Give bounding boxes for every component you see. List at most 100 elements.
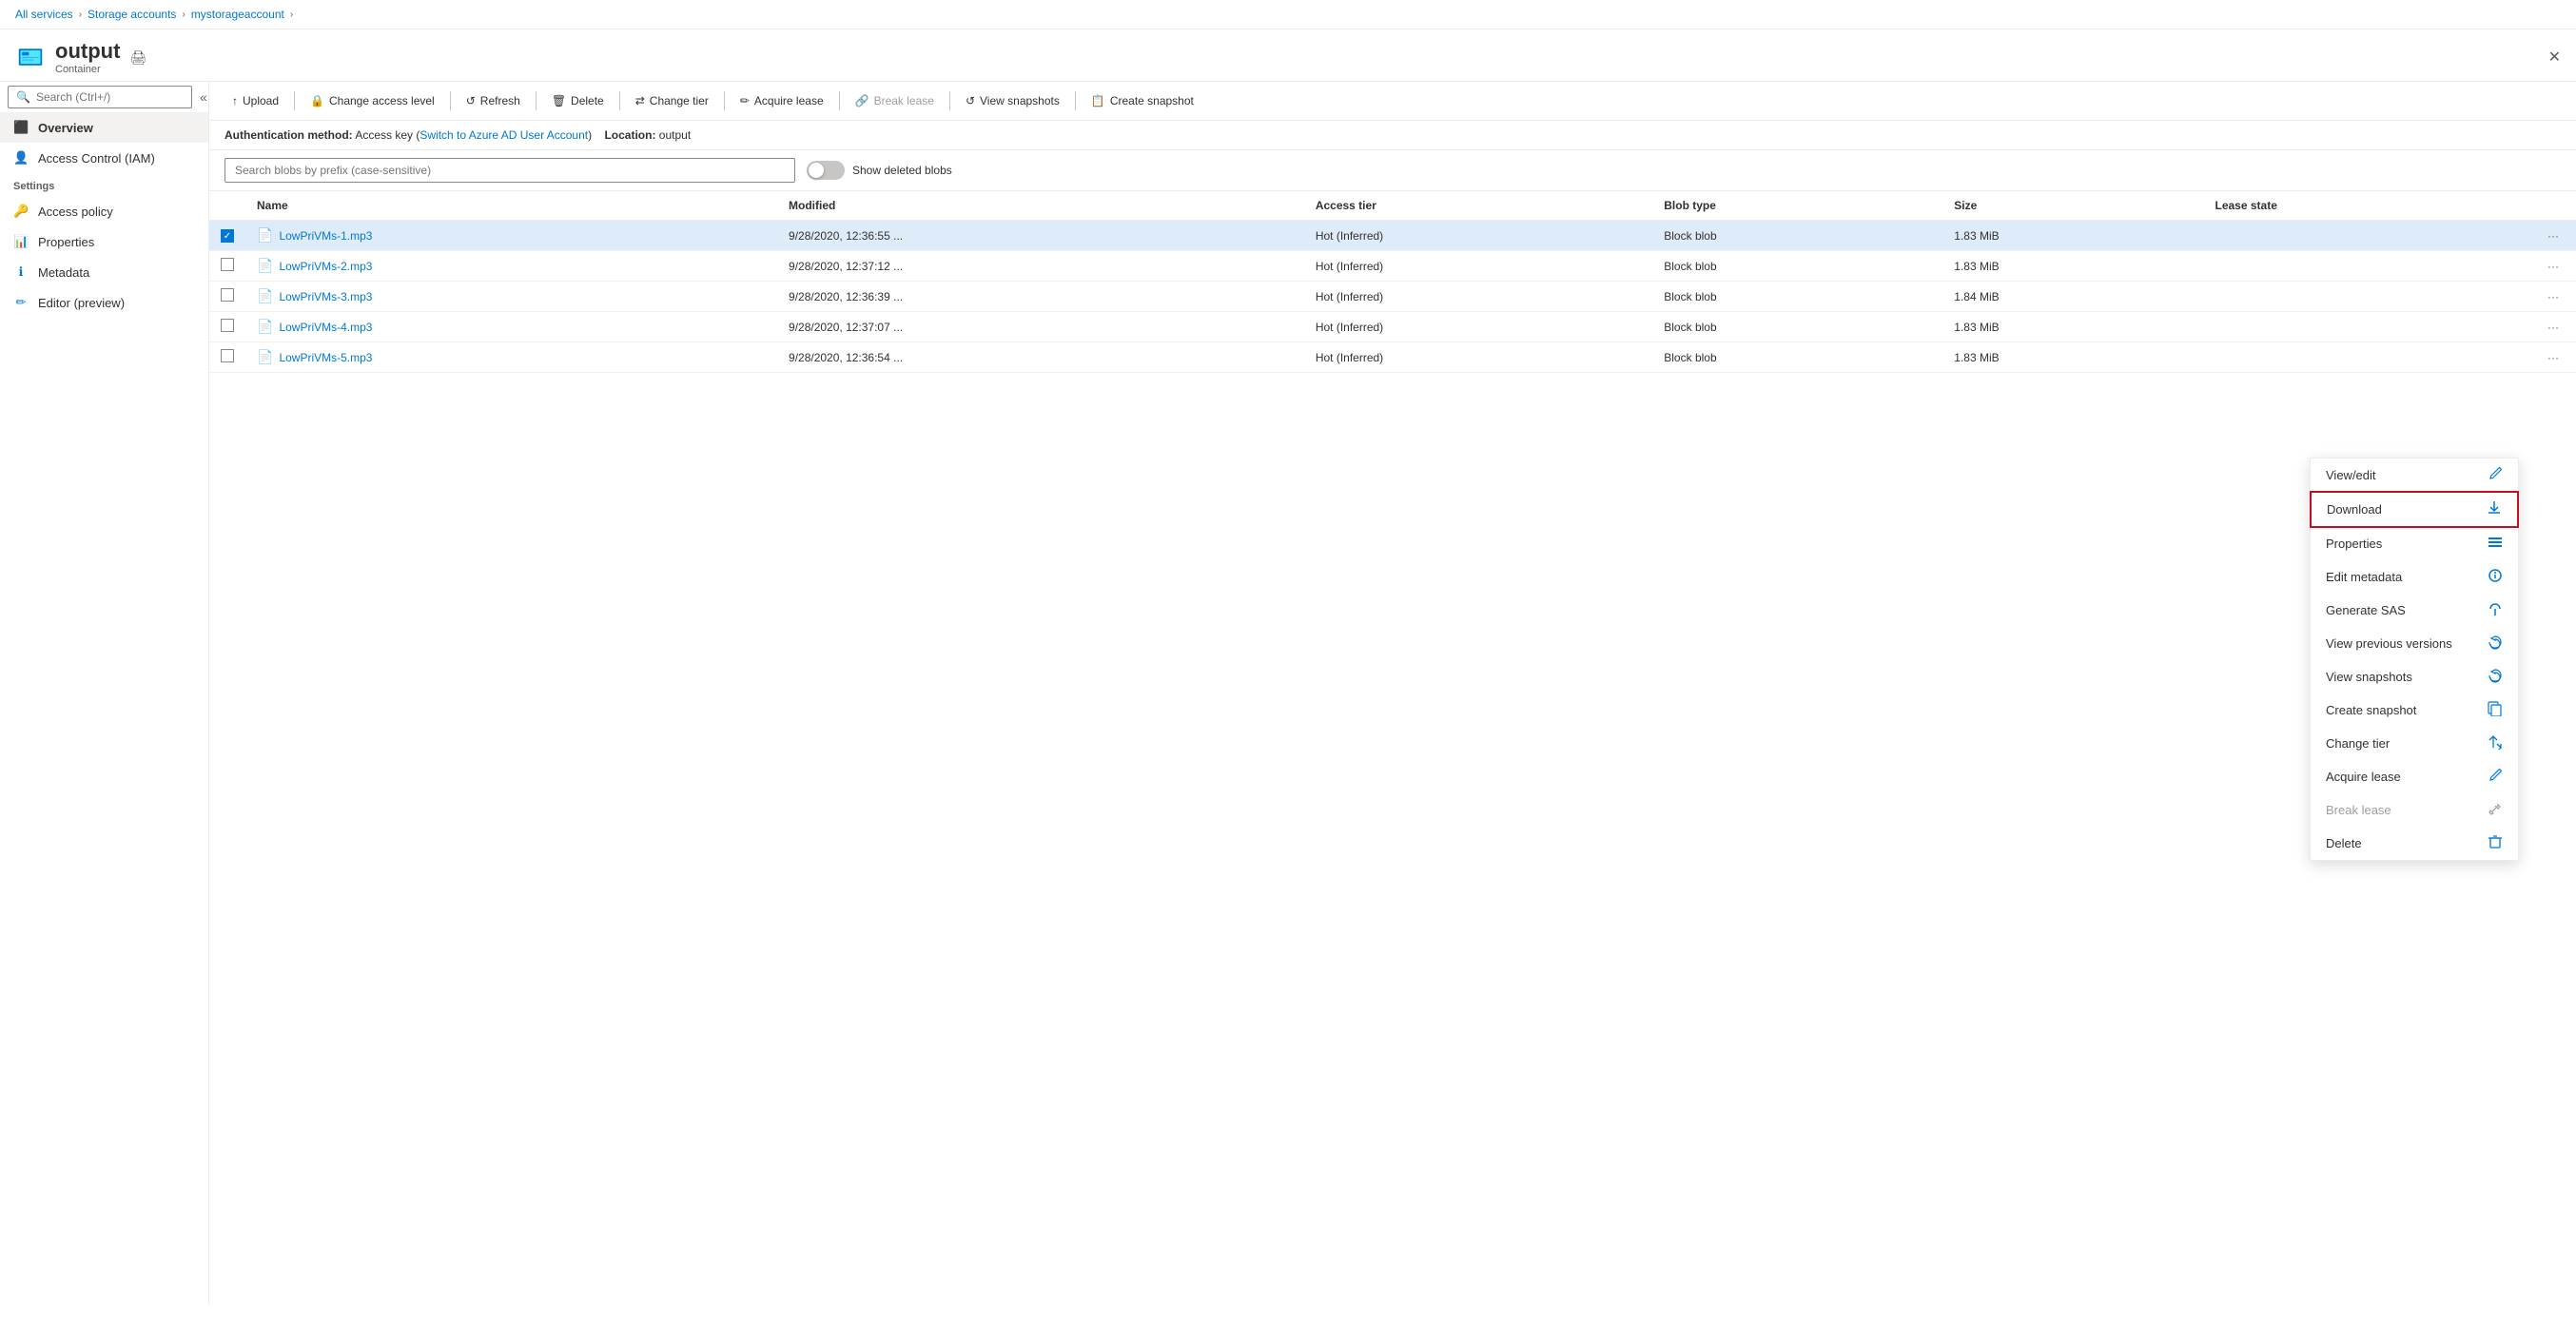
break-lease-icon: 🔗: [855, 94, 869, 107]
close-icon[interactable]: ✕: [2548, 48, 2561, 67]
ctx-item-change-tier[interactable]: Change tier: [2311, 727, 2518, 760]
change-tier-icon: ⇄: [635, 94, 645, 107]
breadcrumb-mystorageaccount[interactable]: mystorageaccount: [191, 8, 284, 21]
row-modified: 9/28/2020, 12:36:54 ...: [777, 342, 1304, 373]
col-size[interactable]: Size: [1942, 191, 2203, 221]
ctx-item-edit-metadata[interactable]: Edit metadata: [2311, 560, 2518, 594]
change-tier-button[interactable]: ⇄ Change tier: [628, 89, 716, 112]
sidebar-item-access-policy[interactable]: 🔑 Access policy: [0, 196, 208, 226]
blob-search-input[interactable]: [224, 158, 795, 183]
ctx-item-icon-break-lease: [2488, 801, 2503, 819]
breadcrumb-storage-accounts[interactable]: Storage accounts: [88, 8, 176, 21]
create-snapshot-icon: 📋: [1091, 94, 1105, 107]
col-lease-state[interactable]: Lease state: [2204, 191, 2531, 221]
row-more-button[interactable]: ···: [2542, 258, 2565, 275]
acquire-lease-button[interactable]: ✏ Acquire lease: [732, 89, 831, 112]
ctx-item-icon-change-tier: [2488, 734, 2503, 752]
ctx-item-delete[interactable]: Delete: [2311, 827, 2518, 860]
file-name-label[interactable]: LowPriVMs-1.mp3: [279, 229, 372, 243]
row-lease-state: [2204, 312, 2531, 342]
row-blob-type: Block blob: [1652, 221, 1942, 251]
row-more-button[interactable]: ···: [2542, 227, 2565, 244]
row-checkbox[interactable]: [221, 288, 234, 302]
change-access-level-button[interactable]: 🔒 Change access level: [302, 89, 442, 112]
page-title: output: [55, 39, 120, 64]
row-access-tier: Hot (Inferred): [1304, 312, 1652, 342]
row-checkbox[interactable]: [221, 319, 234, 332]
sidebar-search-box[interactable]: 🔍: [8, 86, 192, 108]
row-checkbox-cell[interactable]: [209, 251, 245, 282]
row-modified: 9/28/2020, 12:37:07 ...: [777, 312, 1304, 342]
switch-account-link[interactable]: Switch to Azure AD User Account: [420, 128, 588, 142]
row-lease-state: [2204, 251, 2531, 282]
create-snapshot-button[interactable]: 📋 Create snapshot: [1083, 89, 1201, 112]
file-name-label[interactable]: LowPriVMs-3.mp3: [279, 290, 372, 303]
ctx-item-view-previous-versions[interactable]: View previous versions: [2311, 627, 2518, 660]
sidebar-search-input[interactable]: [36, 90, 184, 104]
upload-button[interactable]: ↑ Upload: [224, 89, 286, 112]
sidebar-item-editor[interactable]: ✏ Editor (preview): [0, 287, 208, 318]
sidebar-item-overview[interactable]: ⬛ Overview: [0, 112, 208, 143]
break-lease-label: Break lease: [874, 94, 934, 107]
ctx-item-generate-sas[interactable]: Generate SAS: [2311, 594, 2518, 627]
ctx-item-view-snapshots[interactable]: View snapshots: [2311, 660, 2518, 693]
table-row: 📄 LowPriVMs-3.mp3 9/28/2020, 12:36:39 ..…: [209, 282, 2576, 312]
ctx-item-icon-view-snapshots: [2488, 668, 2503, 686]
row-checkbox[interactable]: [221, 258, 234, 271]
delete-button[interactable]: 🗑 Delete: [544, 89, 612, 112]
col-modified[interactable]: Modified: [777, 191, 1304, 221]
delete-label: Delete: [571, 94, 604, 107]
collapse-icon[interactable]: «: [200, 89, 207, 105]
row-checkbox-cell[interactable]: [209, 282, 245, 312]
row-more-button[interactable]: ···: [2542, 349, 2565, 366]
file-name-label[interactable]: LowPriVMs-5.mp3: [279, 351, 372, 364]
file-name-label[interactable]: LowPriVMs-4.mp3: [279, 321, 372, 334]
col-blob-type[interactable]: Blob type: [1652, 191, 1942, 221]
row-name: 📄 LowPriVMs-5.mp3: [245, 342, 777, 373]
refresh-button[interactable]: ↺ Refresh: [459, 89, 528, 112]
row-modified: 9/28/2020, 12:37:12 ...: [777, 251, 1304, 282]
file-icon: 📄: [257, 349, 273, 365]
col-access-tier[interactable]: Access tier: [1304, 191, 1652, 221]
sidebar-item-properties[interactable]: 📊 Properties: [0, 226, 208, 257]
page-subtitle: Container: [55, 64, 120, 75]
row-checkbox[interactable]: [221, 349, 234, 362]
row-more-cell: ···: [2530, 342, 2576, 373]
sidebar-item-access-control[interactable]: 👤 Access Control (IAM): [0, 143, 208, 173]
row-access-tier: Hot (Inferred): [1304, 342, 1652, 373]
page-header: output Container 🖨 ✕: [0, 29, 2576, 82]
sidebar-item-metadata[interactable]: ℹ Metadata: [0, 257, 208, 287]
row-more-button[interactable]: ···: [2542, 288, 2565, 305]
show-deleted-toggle[interactable]: [807, 161, 845, 180]
row-checkbox[interactable]: [221, 229, 234, 243]
ctx-item-create-snapshot[interactable]: Create snapshot: [2311, 693, 2518, 727]
print-icon[interactable]: 🖨: [129, 49, 146, 66]
ctx-item-view-edit[interactable]: View/edit: [2311, 459, 2518, 492]
row-checkbox-cell[interactable]: [209, 221, 245, 251]
row-name: 📄 LowPriVMs-1.mp3: [245, 221, 777, 251]
breadcrumb-all-services[interactable]: All services: [15, 8, 73, 21]
ctx-item-label-break-lease: Break lease: [2326, 803, 2391, 817]
ctx-item-download[interactable]: Download: [2310, 491, 2519, 528]
breadcrumb: All services › Storage accounts › mystor…: [0, 0, 2576, 29]
toolbar-sep-5: [724, 91, 725, 110]
main-content: ↑ Upload 🔒 Change access level ↺ Refresh…: [209, 82, 2576, 1305]
row-blob-type: Block blob: [1652, 282, 1942, 312]
view-snapshots-button[interactable]: ↺ View snapshots: [958, 89, 1067, 112]
col-name[interactable]: Name: [245, 191, 777, 221]
file-name-label[interactable]: LowPriVMs-2.mp3: [279, 260, 372, 273]
row-name: 📄 LowPriVMs-3.mp3: [245, 282, 777, 312]
break-lease-button[interactable]: 🔗 Break lease: [848, 89, 942, 112]
row-more-button[interactable]: ···: [2542, 319, 2565, 336]
toggle-knob: [809, 163, 824, 178]
row-checkbox-cell[interactable]: [209, 312, 245, 342]
row-checkbox-cell[interactable]: [209, 342, 245, 373]
settings-section-label: Settings: [0, 173, 208, 196]
ctx-item-label-change-tier: Change tier: [2326, 736, 2390, 751]
refresh-label: Refresh: [480, 94, 520, 107]
ctx-item-properties[interactable]: Properties: [2311, 527, 2518, 560]
ctx-item-acquire-lease[interactable]: Acquire lease: [2311, 760, 2518, 793]
row-name: 📄 LowPriVMs-4.mp3: [245, 312, 777, 342]
table-row: 📄 LowPriVMs-1.mp3 9/28/2020, 12:36:55 ..…: [209, 221, 2576, 251]
upload-label: Upload: [243, 94, 279, 107]
